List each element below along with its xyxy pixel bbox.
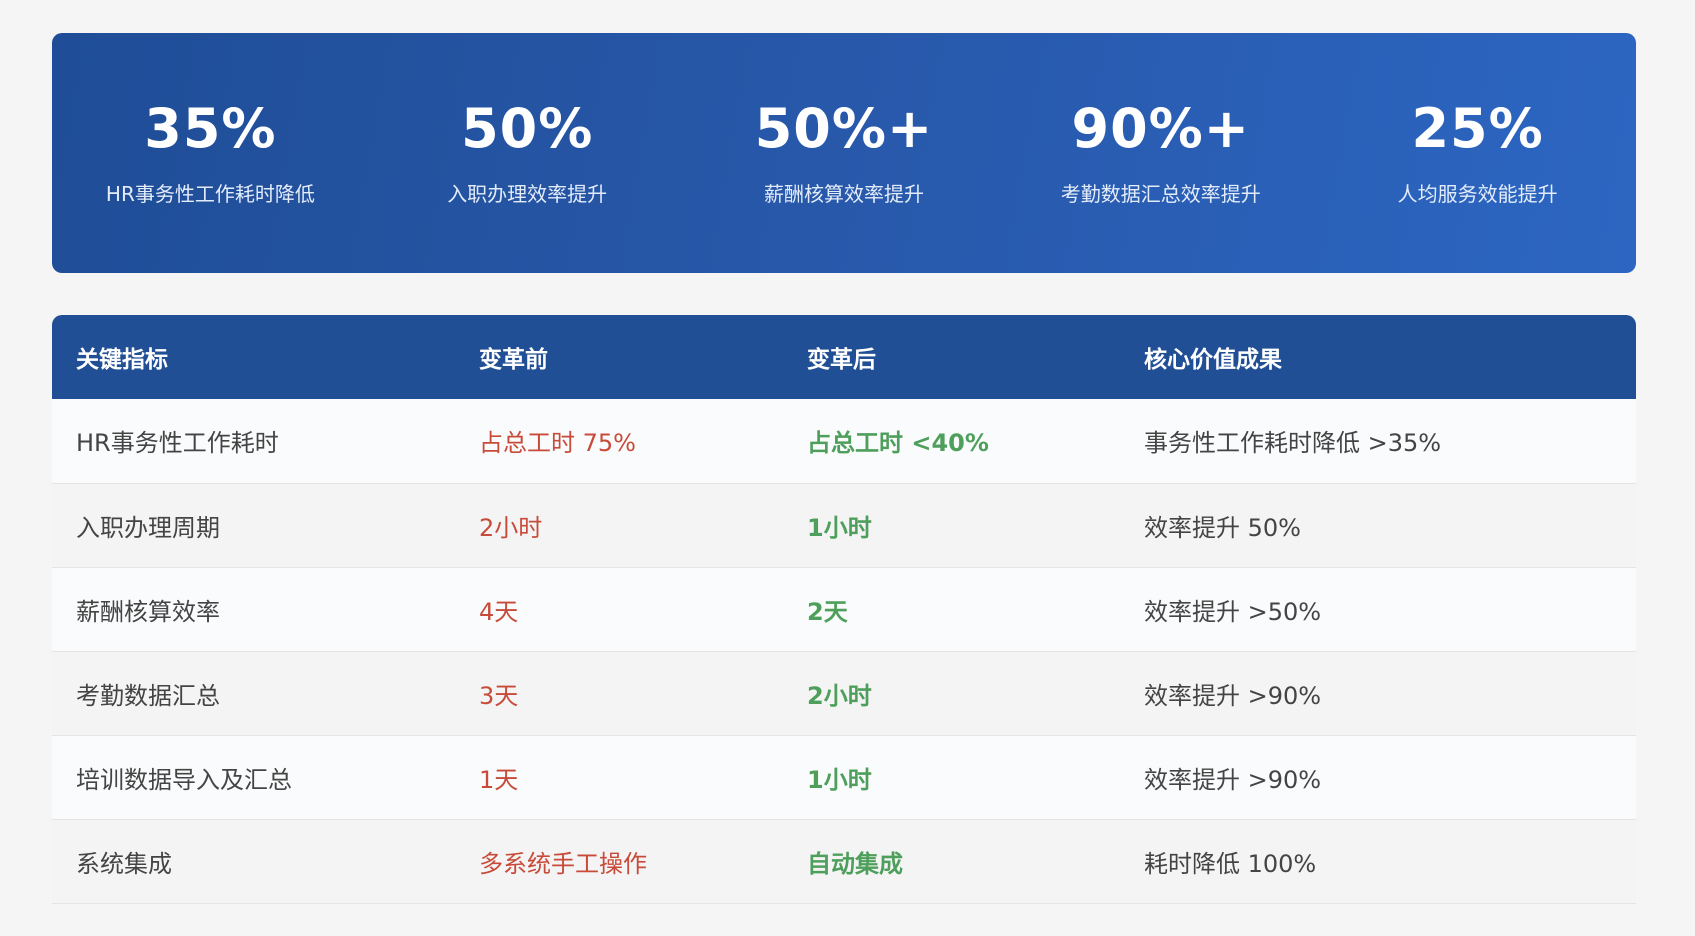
- stat-label: 人均服务效能提升: [1397, 182, 1558, 206]
- cell-after: 1小时: [783, 735, 1120, 820]
- stat-label: 薪酬核算效率提升: [763, 182, 924, 206]
- column-header-result: 核心价值成果: [1144, 347, 1282, 373]
- cell-metric: 培训数据导入及汇总: [52, 735, 455, 820]
- stat-value: 25%: [1411, 97, 1544, 160]
- cell-before: 1天: [455, 735, 783, 820]
- cell-after: 1小时: [783, 483, 1120, 568]
- stat-label: HR事务性工作耗时降低: [105, 182, 315, 206]
- cell-metric: 薪酬核算效率: [52, 567, 455, 652]
- cell-result: 效率提升 >90%: [1120, 735, 1636, 820]
- stats-banner: 35% HR事务性工作耗时降低 50% 入职办理效率提升 50%+ 薪酬核算效率…: [52, 33, 1636, 273]
- cell-before: 占总工时 75%: [455, 399, 783, 484]
- stat-card: 35% HR事务性工作耗时降低: [52, 33, 369, 207]
- cell-after: 2天: [783, 567, 1120, 652]
- cell-metric: 入职办理周期: [52, 483, 455, 568]
- stat-value: 90%+: [1071, 97, 1251, 160]
- cell-after: 自动集成: [783, 819, 1120, 904]
- cell-result: 效率提升 50%: [1120, 483, 1636, 568]
- cell-after: 占总工时 <40%: [783, 399, 1120, 484]
- stat-card: 50%+ 薪酬核算效率提升: [686, 33, 1003, 207]
- cell-metric: 系统集成: [52, 819, 455, 904]
- stat-value: 50%+: [754, 97, 934, 160]
- cell-metric: 考勤数据汇总: [52, 651, 455, 736]
- stat-card: 90%+ 考勤数据汇总效率提升: [1002, 33, 1319, 207]
- cell-result: 耗时降低 100%: [1120, 819, 1636, 904]
- cell-result: 效率提升 >90%: [1120, 651, 1636, 736]
- stat-label: 入职办理效率提升: [447, 182, 608, 206]
- comparison-table-container: 关键指标 变革前 变革后 核心价值成果 HR事务性工作耗时 占总工时 75% 占…: [52, 315, 1636, 904]
- table-row: 考勤数据汇总 3天 2小时 效率提升 >90%: [52, 651, 1636, 736]
- stat-card: 50% 入职办理效率提升: [369, 33, 686, 207]
- cell-result: 事务性工作耗时降低 >35%: [1120, 399, 1636, 484]
- table-header-row: 关键指标 变革前 变革后 核心价值成果: [52, 315, 1636, 399]
- stat-value: 50%: [461, 97, 594, 160]
- column-header-after: 变革后: [807, 347, 876, 373]
- cell-metric: HR事务性工作耗时: [52, 399, 455, 484]
- cell-result: 效率提升 >50%: [1120, 567, 1636, 652]
- column-header-metric: 关键指标: [76, 347, 168, 373]
- table-row: 入职办理周期 2小时 1小时 效率提升 50%: [52, 483, 1636, 568]
- cell-before: 3天: [455, 651, 783, 736]
- stat-label: 考勤数据汇总效率提升: [1060, 182, 1261, 206]
- stat-card: 25% 人均服务效能提升: [1319, 33, 1636, 207]
- table-row: HR事务性工作耗时 占总工时 75% 占总工时 <40% 事务性工作耗时降低 >…: [52, 399, 1636, 484]
- table-row: 系统集成 多系统手工操作 自动集成 耗时降低 100%: [52, 819, 1636, 904]
- comparison-table: 关键指标 变革前 变革后 核心价值成果 HR事务性工作耗时 占总工时 75% 占…: [52, 315, 1636, 904]
- cell-before: 4天: [455, 567, 783, 652]
- column-header-before: 变革前: [479, 347, 548, 373]
- stat-value: 35%: [144, 97, 277, 160]
- cell-before: 2小时: [455, 483, 783, 568]
- table-row: 薪酬核算效率 4天 2天 效率提升 >50%: [52, 567, 1636, 652]
- cell-before: 多系统手工操作: [455, 819, 783, 904]
- cell-after: 2小时: [783, 651, 1120, 736]
- table-row: 培训数据导入及汇总 1天 1小时 效率提升 >90%: [52, 735, 1636, 820]
